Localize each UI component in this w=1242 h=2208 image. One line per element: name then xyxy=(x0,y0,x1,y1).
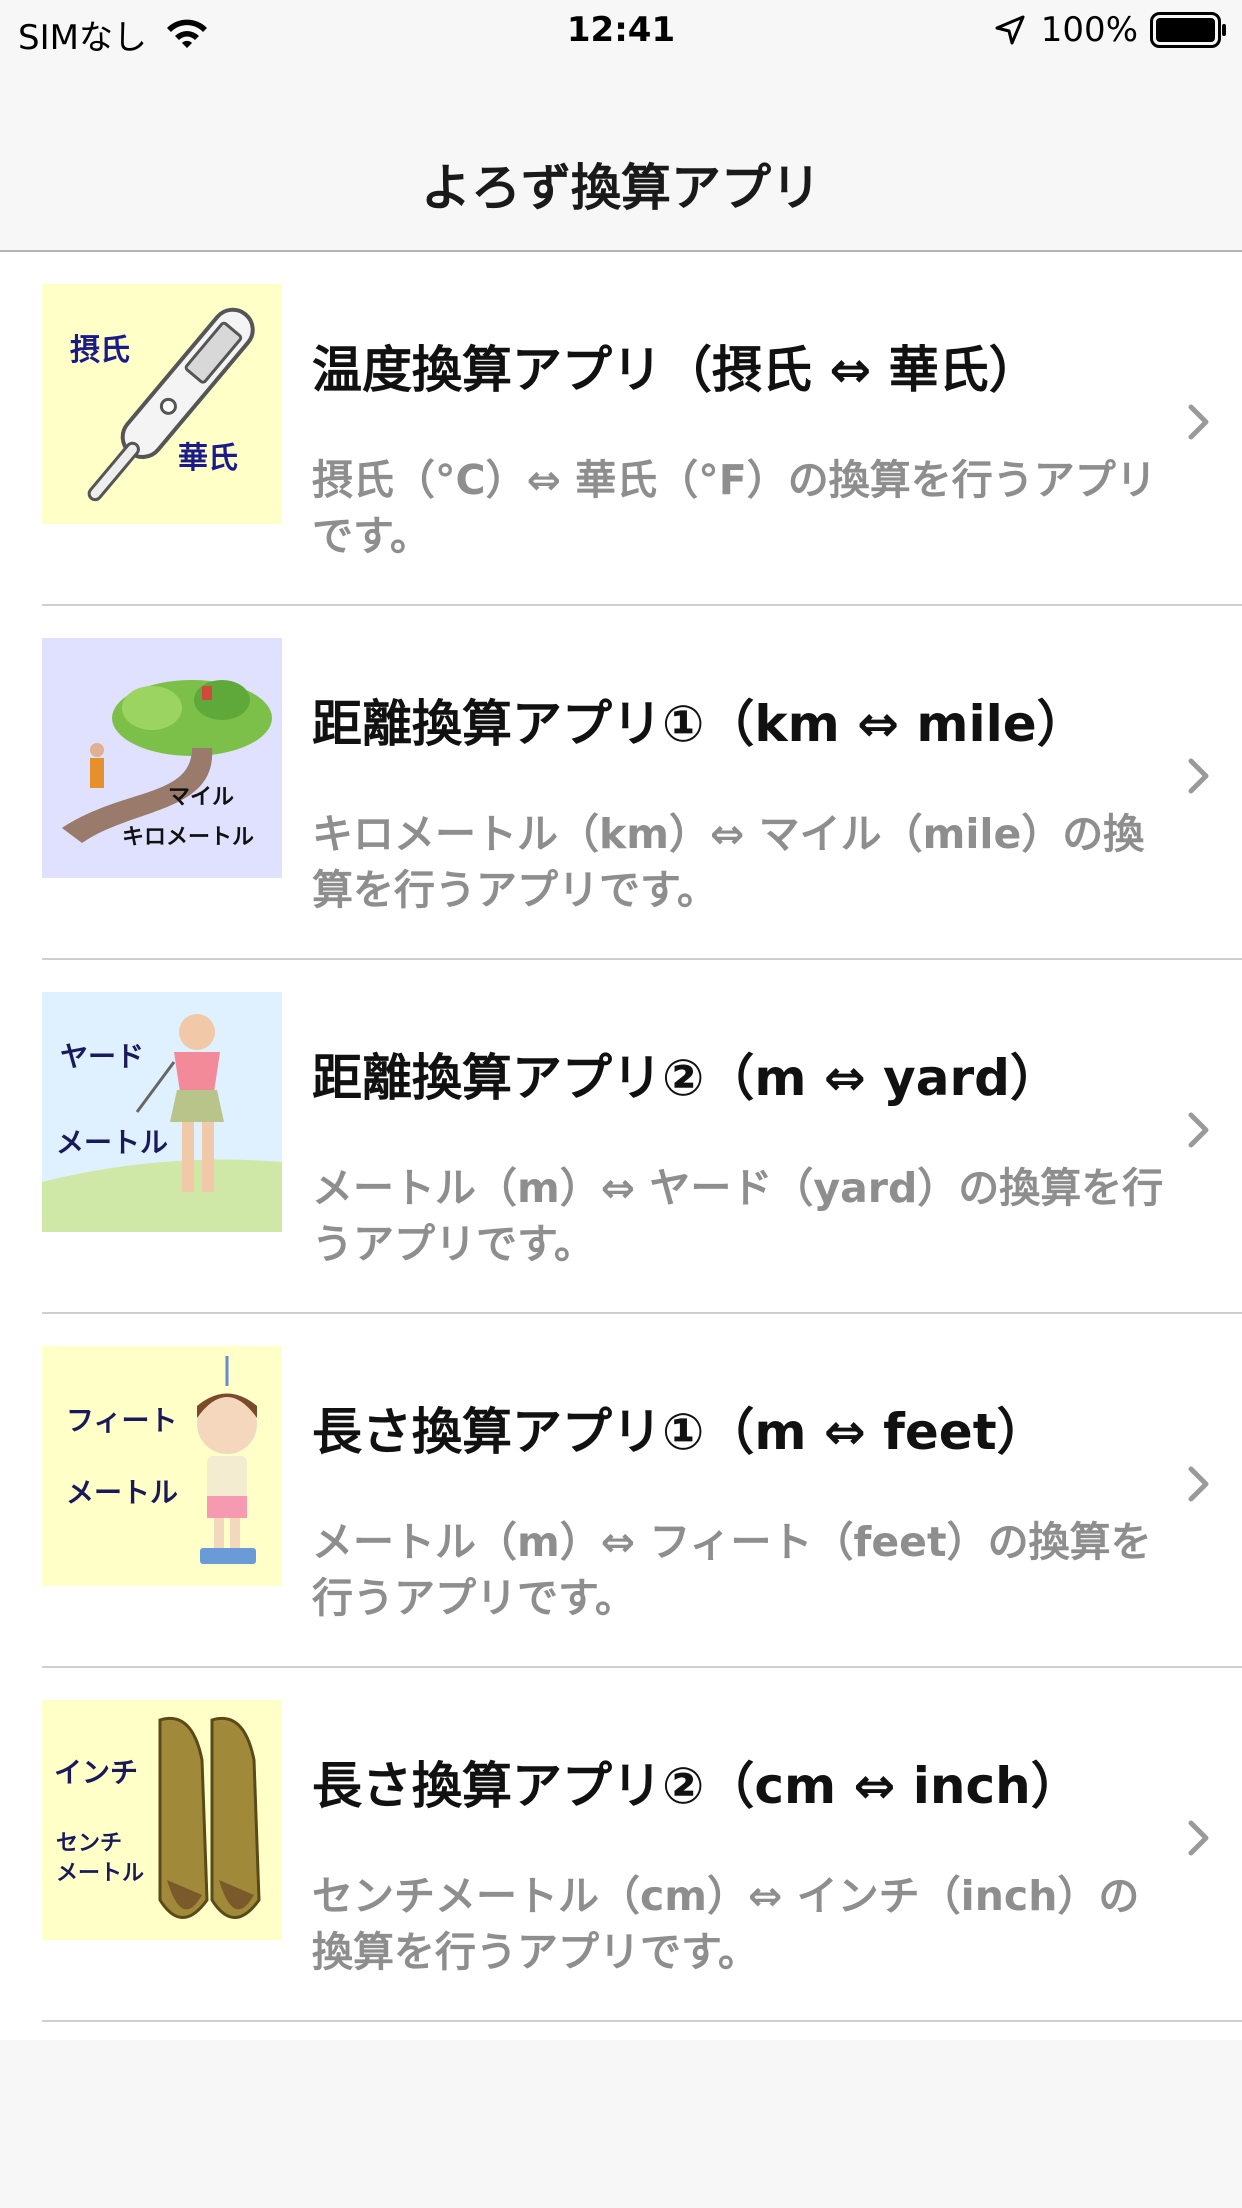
location-arrow-icon xyxy=(995,15,1025,45)
thermometer-thumbnail-icon: 摂氏 華氏 xyxy=(42,284,282,524)
list-item-cm-inch[interactable]: インチ センチ メートル 長さ換算アプリ②（cm ⇔ inch） センチメートル… xyxy=(0,1668,1242,2022)
svg-text:フィート: フィート xyxy=(66,1404,177,1437)
chevron-right-icon xyxy=(1188,1112,1209,1148)
item-description: メートル（m）⇔ ヤード（yard）の換算を行うアプリです。 xyxy=(312,1164,1164,1268)
item-title: 長さ換算アプリ①（m ⇔ feet） xyxy=(312,1403,1047,1461)
navigation-bar: よろず換算アプリ xyxy=(0,60,1242,252)
status-bar: SIMなし 12:41 100% xyxy=(0,0,1242,60)
list-item-km-mile[interactable]: マイル キロメートル 距離換算アプリ①（km ⇔ mile） キロメートル（km… xyxy=(0,606,1242,960)
list-item-m-yard[interactable]: ヤード メートル 距離換算アプリ②（m ⇔ yard） メートル（m）⇔ ヤード… xyxy=(0,960,1242,1314)
item-description: キロメートル（km）⇔ マイル（mile）の換算を行うアプリです。 xyxy=(312,810,1145,914)
item-title: 距離換算アプリ②（m ⇔ yard） xyxy=(312,1049,1060,1107)
item-description: メートル（m）⇔ フィート（feet）の換算を行うアプリです。 xyxy=(312,1518,1152,1622)
app-list: 摂氏 華氏 温度換算アプリ（摂氏 ⇔ 華氏） 摂氏（°C）⇔ 華氏（°F）の換算… xyxy=(0,252,1242,2040)
item-title: 温度換算アプリ（摂氏 ⇔ 華氏） xyxy=(312,341,1039,399)
empty-area xyxy=(0,2040,1242,2208)
svg-text:華氏: 華氏 xyxy=(178,441,238,476)
svg-text:メートル: メートル xyxy=(56,1861,144,1886)
chevron-right-icon xyxy=(1188,404,1209,440)
status-right: 100% xyxy=(993,10,1228,50)
svg-text:メートル: メートル xyxy=(66,1476,178,1509)
item-title: 距離換算アプリ①（km ⇔ mile） xyxy=(312,695,1087,753)
svg-text:メートル: メートル xyxy=(56,1126,168,1159)
item-description: センチメートル（cm）⇔ インチ（inch）の換算を行うアプリです。 xyxy=(312,1872,1140,1976)
list-item-m-feet[interactable]: フィート メートル 長さ換算アプリ①（m ⇔ feet） メートル（m）⇔ フィ… xyxy=(0,1314,1242,1668)
page-title: よろず換算アプリ xyxy=(421,159,821,217)
battery-percent: 100% xyxy=(1040,10,1138,50)
item-description: 摂氏（°C）⇔ 華氏（°F）の換算を行うアプリです。 xyxy=(312,456,1157,560)
svg-text:マイル: マイル xyxy=(168,785,234,810)
chevron-right-icon xyxy=(1188,1466,1209,1502)
svg-text:摂氏: 摂氏 xyxy=(70,333,130,368)
battery-icon xyxy=(1150,12,1226,48)
chevron-right-icon xyxy=(1188,1820,1209,1856)
svg-text:ヤード: ヤード xyxy=(60,1040,144,1073)
row-separator xyxy=(42,2020,1242,2022)
item-title: 長さ換算アプリ②（cm ⇔ inch） xyxy=(312,1757,1081,1815)
golfer-thumbnail-icon: ヤード メートル xyxy=(42,992,282,1232)
svg-text:インチ: インチ xyxy=(54,1756,138,1789)
girl-scale-thumbnail-icon: フィート メートル xyxy=(42,1346,282,1586)
svg-text:センチ: センチ xyxy=(56,1831,122,1856)
svg-text:キロメートル: キロメートル xyxy=(122,825,254,850)
list-item-temperature[interactable]: 摂氏 華氏 温度換算アプリ（摂氏 ⇔ 華氏） 摂氏（°C）⇔ 華氏（°F）の換算… xyxy=(0,252,1242,606)
shoes-thumbnail-icon: インチ センチ メートル xyxy=(42,1700,282,1940)
chevron-right-icon xyxy=(1188,758,1209,794)
road-hills-thumbnail-icon: マイル キロメートル xyxy=(42,638,282,878)
